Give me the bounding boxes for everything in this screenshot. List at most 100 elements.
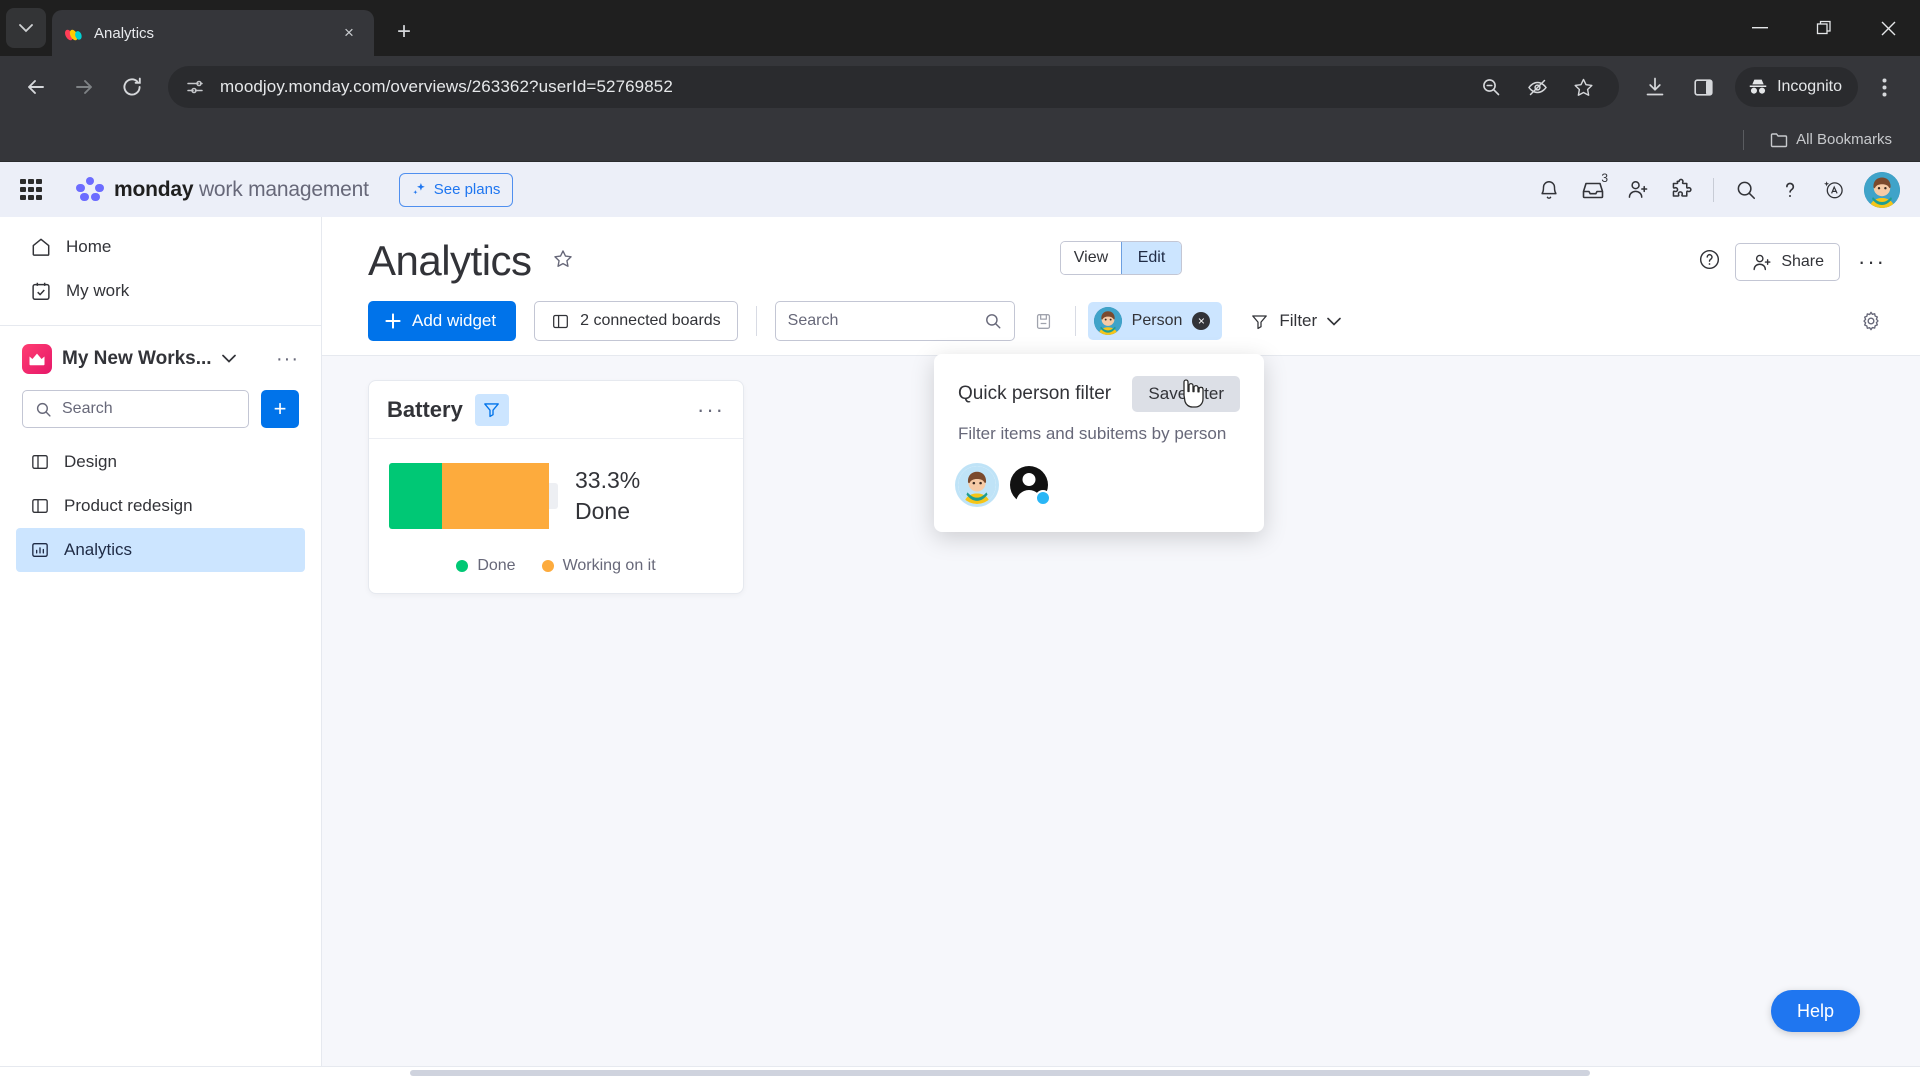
- save-disk-icon[interactable]: [1025, 302, 1063, 340]
- avatar-user-photo[interactable]: [958, 466, 996, 504]
- bookmark-star-icon[interactable]: [1561, 65, 1605, 109]
- incognito-indicator[interactable]: Incognito: [1735, 67, 1858, 107]
- inbox-icon[interactable]: 3: [1573, 170, 1613, 210]
- help-button[interactable]: Help: [1770, 990, 1860, 1032]
- widget-title: Battery: [387, 396, 463, 422]
- back-button[interactable]: [14, 65, 58, 109]
- sidebar-item-label: Analytics: [64, 540, 133, 559]
- avatar-head-shape: [1022, 473, 1036, 486]
- legend-item-working-on-it[interactable]: Working on it: [541, 557, 656, 575]
- brand-logo[interactable]: monday work management: [76, 176, 369, 203]
- view-edit-toggle: View Edit: [1060, 241, 1182, 275]
- forward-button[interactable]: [62, 65, 106, 109]
- ai-assistant-icon[interactable]: [1814, 170, 1854, 210]
- omnibox-actions: [1469, 65, 1605, 109]
- search-icon: [985, 314, 1001, 329]
- site-settings-icon[interactable]: [182, 74, 208, 100]
- battery-summary: 33.3% Done: [575, 465, 640, 527]
- side-panel-icon[interactable]: [1681, 65, 1725, 109]
- app-header-actions: 3: [1529, 170, 1900, 210]
- widget-filter-icon[interactable]: [474, 393, 509, 426]
- quick-person-filter-popup[interactable]: Quick person filter Save filter Filter i…: [934, 354, 1264, 532]
- workspace-name: My New Works...: [62, 348, 212, 369]
- avatar-generic-person[interactable]: [1010, 466, 1051, 506]
- sidebar-item-design[interactable]: Design: [16, 440, 305, 484]
- save-filter-button[interactable]: Save filter: [1132, 376, 1240, 412]
- sidebar: Home My work My New Works... ··· Search …: [0, 217, 322, 1066]
- tab-search-button[interactable]: [6, 8, 46, 48]
- dashboard-search-input[interactable]: Search: [774, 301, 1015, 341]
- tab-strip: Analytics × +: [0, 0, 1920, 56]
- widget-body: 33.3% Done Done Working on it: [369, 439, 743, 593]
- filter-button[interactable]: Filter: [1238, 302, 1353, 340]
- download-icon[interactable]: [1633, 65, 1677, 109]
- page-more-icon[interactable]: ···: [1854, 249, 1890, 275]
- filter-chevron-icon[interactable]: [1327, 311, 1341, 331]
- add-board-button[interactable]: +: [261, 390, 299, 428]
- header-divider: [1713, 177, 1714, 202]
- battery-widget[interactable]: Battery ··· 33.3% Done Done Working on i…: [368, 380, 744, 594]
- incognito-icon: [1749, 79, 1767, 94]
- legend-label: Done: [477, 557, 516, 574]
- eye-slash-icon[interactable]: [1515, 65, 1559, 109]
- help-icon[interactable]: [1770, 170, 1810, 210]
- apps-grid-icon[interactable]: [18, 177, 44, 203]
- user-avatar[interactable]: [1864, 171, 1900, 208]
- workspace-selector[interactable]: My New Works... ···: [0, 336, 321, 382]
- sidebar-search-input[interactable]: Search: [22, 390, 249, 428]
- dashboard-settings-gear-icon[interactable]: [1852, 302, 1890, 340]
- workspace-more-icon[interactable]: ···: [276, 348, 299, 371]
- close-window-button[interactable]: [1856, 0, 1920, 56]
- legend-item-done[interactable]: Done: [456, 557, 516, 575]
- tab-title: Analytics: [94, 24, 155, 42]
- horizontal-scrollbar-thumb[interactable]: [410, 1070, 1590, 1076]
- reload-button[interactable]: [110, 65, 154, 109]
- monday-logo-icon: [64, 23, 84, 43]
- dashboard-search-placeholder: Search: [787, 312, 839, 329]
- sidebar-item-product-redesign[interactable]: Product redesign: [16, 484, 305, 528]
- zoom-out-icon[interactable]: [1469, 65, 1513, 109]
- widget-menu-icon[interactable]: ···: [697, 397, 725, 423]
- kebab-menu-icon[interactable]: [1862, 65, 1906, 109]
- maximize-button[interactable]: [1792, 0, 1856, 56]
- new-tab-button[interactable]: +: [386, 14, 422, 50]
- main-content: Analytics View Edit Share ··· Add widget…: [322, 217, 1920, 1066]
- remove-person-filter-icon[interactable]: ×: [1192, 312, 1211, 330]
- add-widget-button[interactable]: Add widget: [368, 301, 517, 341]
- all-bookmarks-button[interactable]: All Bookmarks: [1762, 127, 1900, 152]
- battery-chart: 33.3% Done: [389, 463, 723, 529]
- chevron-down-icon[interactable]: [221, 350, 236, 368]
- notifications-bell-icon[interactable]: [1529, 170, 1569, 210]
- person-plus-icon: [1753, 254, 1771, 270]
- url-text: moodjoy.monday.com/overviews/263362?user…: [220, 77, 673, 96]
- question-circle-icon[interactable]: [1698, 248, 1721, 276]
- tab-close-icon[interactable]: ×: [336, 20, 362, 46]
- brand-text: monday work management: [114, 178, 369, 202]
- invite-member-icon[interactable]: [1617, 170, 1657, 210]
- connected-boards-label: 2 connected boards: [580, 312, 721, 329]
- search-icon[interactable]: [1726, 170, 1766, 210]
- add-widget-label: Add widget: [412, 311, 497, 330]
- sidebar-item-my-work[interactable]: My work: [16, 269, 305, 313]
- connected-boards-button[interactable]: 2 connected boards: [534, 301, 738, 341]
- favorite-star-icon[interactable]: [552, 248, 574, 275]
- apps-marketplace-icon[interactable]: [1661, 170, 1701, 210]
- browser-tab-analytics[interactable]: Analytics ×: [52, 10, 374, 56]
- workspace-icon: [22, 344, 52, 374]
- address-bar[interactable]: moodjoy.monday.com/overviews/263362?user…: [168, 65, 1620, 109]
- view-mode-button[interactable]: View: [1061, 242, 1121, 274]
- sparkle-icon: [413, 182, 425, 195]
- sidebar-item-home[interactable]: Home: [16, 225, 305, 269]
- person-filter-chip[interactable]: Person ×: [1087, 302, 1223, 340]
- toolbar-divider: [755, 306, 757, 336]
- see-plans-button[interactable]: See plans: [398, 172, 514, 207]
- page-title-group: Analytics: [368, 237, 574, 285]
- legend-dot-working: [541, 560, 554, 572]
- edit-mode-button[interactable]: Edit: [1121, 242, 1181, 274]
- minimize-button[interactable]: [1728, 0, 1792, 56]
- board-icon: [32, 499, 48, 513]
- share-button[interactable]: Share: [1735, 243, 1841, 281]
- sidebar-item-analytics[interactable]: Analytics: [16, 528, 305, 572]
- sidebar-search-placeholder: Search: [62, 400, 113, 417]
- horizontal-scrollbar-track[interactable]: [0, 1066, 1920, 1080]
